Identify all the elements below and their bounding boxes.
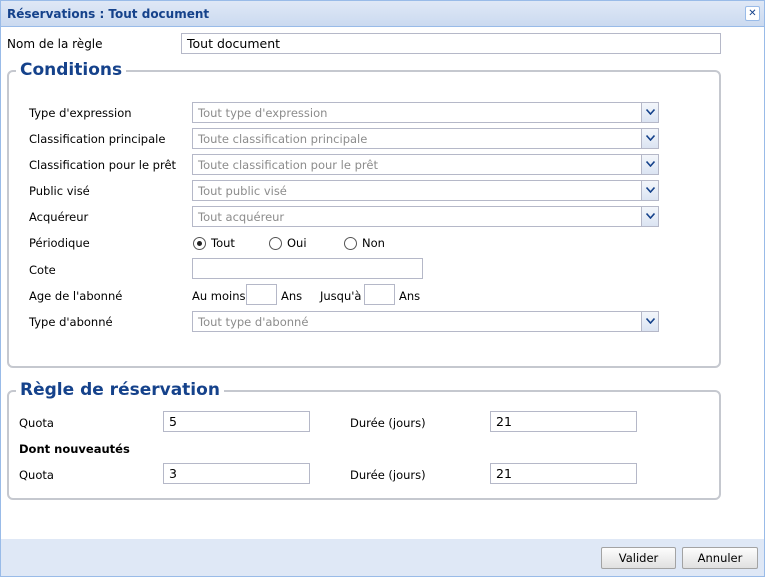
main-classification-placeholder: Toute classification principale: [198, 132, 368, 146]
periodic-option-yes-label: Oui: [287, 236, 307, 250]
subscriber-type-placeholder: Tout type d'abonné: [198, 315, 309, 329]
loan-classification-label: Classification pour le prêt: [29, 158, 177, 172]
dialog-titlebar[interactable]: Réservations : Tout document ✕: [1, 1, 764, 27]
expression-type-select[interactable]: Tout type d'expression: [192, 102, 659, 123]
call-number-input[interactable]: [192, 258, 423, 279]
periodic-radio-no[interactable]: [344, 237, 357, 250]
quota-input[interactable]: 5: [163, 411, 310, 432]
quota-label: Quota: [19, 416, 54, 430]
chevron-down-icon[interactable]: [641, 129, 658, 148]
dialog-footer: Valider Annuler: [1, 539, 764, 576]
chevron-down-icon[interactable]: [641, 207, 658, 226]
chevron-down-icon[interactable]: [641, 312, 658, 331]
subscriber-type-select[interactable]: Tout type d'abonné: [192, 311, 659, 332]
rule-name-label: Nom de la règle: [7, 37, 103, 51]
chevron-down-icon[interactable]: [641, 181, 658, 200]
age-max-label: Jusqu'à: [320, 289, 362, 303]
new-quota-input[interactable]: 3: [163, 463, 310, 484]
loan-classification-placeholder: Toute classification pour le prêt: [198, 158, 378, 172]
acquirer-select[interactable]: Tout acquéreur: [192, 206, 659, 227]
call-number-label: Cote: [29, 263, 56, 277]
subscriber-age-label: Age de l'abonné: [29, 289, 123, 303]
loan-classification-select[interactable]: Toute classification pour le prêt: [192, 154, 659, 175]
periodic-option-all-label: Tout: [211, 236, 235, 250]
age-max-input[interactable]: [364, 284, 395, 305]
periodic-radio-yes[interactable]: [269, 237, 282, 250]
expression-type-placeholder: Tout type d'expression: [198, 106, 328, 120]
chevron-down-icon[interactable]: [641, 155, 658, 174]
rule-name-input[interactable]: Tout document: [181, 33, 721, 54]
close-icon[interactable]: ✕: [745, 6, 760, 21]
duration-input[interactable]: 21: [490, 411, 637, 432]
periodic-label: Périodique: [29, 236, 90, 250]
age-min-unit: Ans: [281, 289, 303, 303]
new-duration-input[interactable]: 21: [490, 463, 637, 484]
periodic-option-no-label: Non: [362, 236, 385, 250]
expression-type-label: Type d'expression: [29, 106, 132, 120]
validate-button[interactable]: Valider: [601, 547, 676, 569]
acquirer-placeholder: Tout acquéreur: [198, 210, 285, 224]
audience-select[interactable]: Tout public visé: [192, 180, 659, 201]
new-quota-label: Quota: [19, 468, 54, 482]
acquirer-label: Acquéreur: [29, 210, 89, 224]
chevron-down-icon[interactable]: [641, 103, 658, 122]
audience-placeholder: Tout public visé: [198, 184, 287, 198]
conditions-legend: Conditions: [16, 60, 127, 80]
periodic-radio-all[interactable]: [193, 237, 206, 250]
subscriber-type-label: Type d'abonné: [29, 315, 113, 329]
reservation-rule-legend: Règle de réservation: [16, 380, 224, 400]
audience-label: Public visé: [29, 184, 90, 198]
dialog-title: Réservations : Tout document: [7, 7, 210, 21]
age-min-input[interactable]: [246, 284, 277, 305]
reservation-dialog: Réservations : Tout document ✕ Nom de la…: [0, 0, 765, 577]
main-classification-select[interactable]: Toute classification principale: [192, 128, 659, 149]
new-items-title: Dont nouveautés: [19, 442, 130, 456]
cancel-button[interactable]: Annuler: [682, 547, 758, 569]
new-duration-label: Durée (jours): [350, 468, 426, 482]
age-min-label: Au moins: [192, 289, 246, 303]
main-classification-label: Classification principale: [29, 132, 166, 146]
age-max-unit: Ans: [399, 289, 421, 303]
duration-label: Durée (jours): [350, 416, 426, 430]
